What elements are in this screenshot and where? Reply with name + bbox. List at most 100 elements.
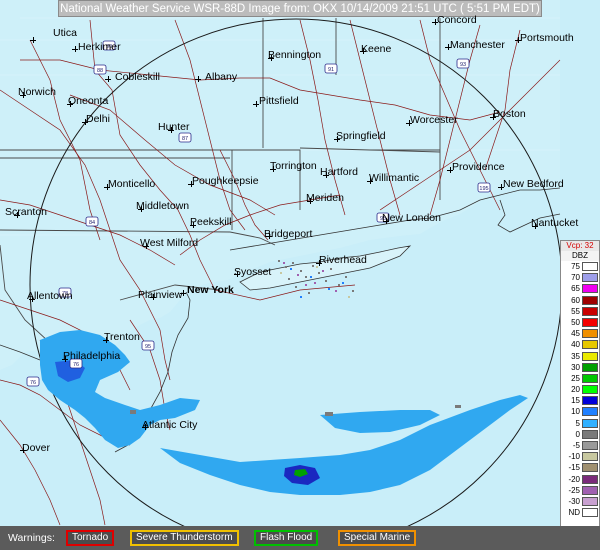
city-marker-icon: [367, 178, 373, 184]
city-marker-icon: [498, 184, 504, 190]
city-marker-icon: [316, 260, 322, 266]
city-label: Atlantic City: [142, 419, 198, 431]
legend-value-label: 20: [571, 385, 580, 395]
warning-tornado-button[interactable]: Tornado: [66, 530, 115, 546]
legend-row: 20: [561, 384, 599, 395]
city-marker-icon: [104, 184, 110, 190]
legend-color-swatch: [582, 340, 598, 350]
city-marker-icon: [383, 218, 389, 224]
city-marker-icon: [234, 271, 240, 277]
legend-color-swatch: [582, 385, 598, 395]
city-marker-icon: [103, 337, 109, 343]
city-marker-icon: [20, 447, 26, 453]
legend-color-swatch: [582, 317, 598, 327]
route-shield-icon: 91: [328, 67, 334, 73]
city-marker-icon: [67, 101, 73, 107]
city-label: New London: [382, 212, 441, 224]
legend-color-swatch: [582, 407, 598, 417]
city-label: Poughkeepsie: [192, 175, 259, 187]
legend-color-swatch: [582, 508, 598, 518]
legend-row: 40: [561, 339, 599, 350]
legend-color-swatch: [582, 351, 598, 361]
legend-color-swatch: [582, 262, 598, 271]
legend-row: -30: [561, 496, 599, 507]
city-marker-icon: [168, 127, 174, 133]
legend-value-label: 50: [571, 317, 580, 327]
legend-value-label: 65: [571, 284, 580, 294]
legend-row: 60: [561, 295, 599, 306]
city-label: Philadelphia: [63, 350, 121, 362]
legend-row: 45: [561, 328, 599, 339]
legend-value-label: ND: [568, 508, 580, 518]
city-label: Manchester: [450, 39, 505, 51]
warning-flash-flood-button[interactable]: Flash Flood: [254, 530, 319, 546]
city-marker-icon: [360, 48, 366, 54]
city-marker-icon: [188, 181, 194, 187]
legend-color-swatch: [582, 463, 598, 473]
warning-severe-thunderstorm-button[interactable]: Severe Thunderstorm: [130, 530, 239, 546]
legend-color-swatch: [582, 396, 598, 406]
legend-color-swatch: [582, 362, 598, 372]
legend-row: -10: [561, 451, 599, 462]
legend-value-label: 35: [571, 351, 580, 361]
legend-row: 70: [561, 272, 599, 283]
legend-value-label: 60: [571, 295, 580, 305]
route-shield-icon: 87: [182, 136, 188, 142]
city-label: Pittsfield: [259, 95, 299, 107]
city-label: Delhi: [86, 113, 110, 125]
dbz-legend: Vcp: 32 DBZ 75 70 65 60 55 50 45 40 35 30 25 20 15 10…: [560, 240, 600, 541]
city-marker-icon: [105, 76, 111, 82]
legend-row: -20: [561, 474, 599, 485]
city-label: Torrington: [270, 160, 317, 172]
legend-value-label: -5: [572, 441, 580, 450]
legend-value-label: 5: [575, 418, 580, 428]
route-shield-icon: 88: [97, 68, 103, 74]
legend-value-label: 40: [571, 340, 580, 350]
city-marker-icon: [266, 233, 272, 239]
legend-color-swatch: [582, 429, 598, 439]
route-shield-icon: 95: [145, 344, 151, 350]
city-marker-icon: [515, 37, 521, 43]
legend-row: 10: [561, 406, 599, 417]
city-label: Peekskill: [190, 216, 232, 228]
city-label: Bennington: [268, 49, 322, 61]
legend-value-label: -30: [568, 496, 580, 506]
legend-row: 65: [561, 283, 599, 294]
city-label: Plainview: [138, 289, 183, 301]
city-marker-icon: [138, 206, 144, 212]
city-label: Cobleskill: [115, 71, 160, 83]
legend-value-label: -20: [568, 474, 580, 484]
city-marker-icon: [447, 167, 453, 173]
city-marker-icon: [150, 294, 156, 300]
city-label: New Bedford: [503, 178, 564, 190]
legend-value-label: 45: [571, 329, 580, 339]
legend-color-swatch: [582, 329, 598, 339]
route-shield-icon: 195: [479, 186, 488, 192]
legend-value-label: 30: [571, 362, 580, 372]
city-marker-icon: [29, 296, 35, 302]
legend-color-swatch: [582, 295, 598, 305]
city-marker-icon: [270, 166, 276, 172]
city-marker-icon: [532, 223, 538, 229]
legend-value-label: -25: [568, 485, 580, 495]
city-label: Portsmouth: [520, 32, 574, 44]
legend-color-swatch: [582, 485, 598, 495]
city-label: New York: [187, 284, 234, 296]
legend-row: 25: [561, 373, 599, 384]
legend-value-label: 75: [571, 262, 580, 271]
city-marker-icon: [432, 19, 438, 25]
city-marker-icon: [142, 424, 148, 430]
legend-row: 5: [561, 418, 599, 429]
legend-value-label: 0: [575, 429, 580, 439]
legend-row: -25: [561, 485, 599, 496]
legend-row: 50: [561, 317, 599, 328]
city-marker-icon: [14, 212, 20, 218]
legend-color-swatch: [582, 441, 598, 450]
city-marker-icon: [72, 46, 78, 52]
legend-row: 30: [561, 362, 599, 373]
legend-row: ND: [561, 507, 599, 518]
warning-special-marine-button[interactable]: Special Marine: [338, 530, 417, 546]
warnings-bar: Warnings: Tornado Severe Thunderstorm Fl…: [0, 526, 600, 550]
city-marker-icon: [406, 120, 412, 126]
legend-color-swatch: [582, 474, 598, 484]
